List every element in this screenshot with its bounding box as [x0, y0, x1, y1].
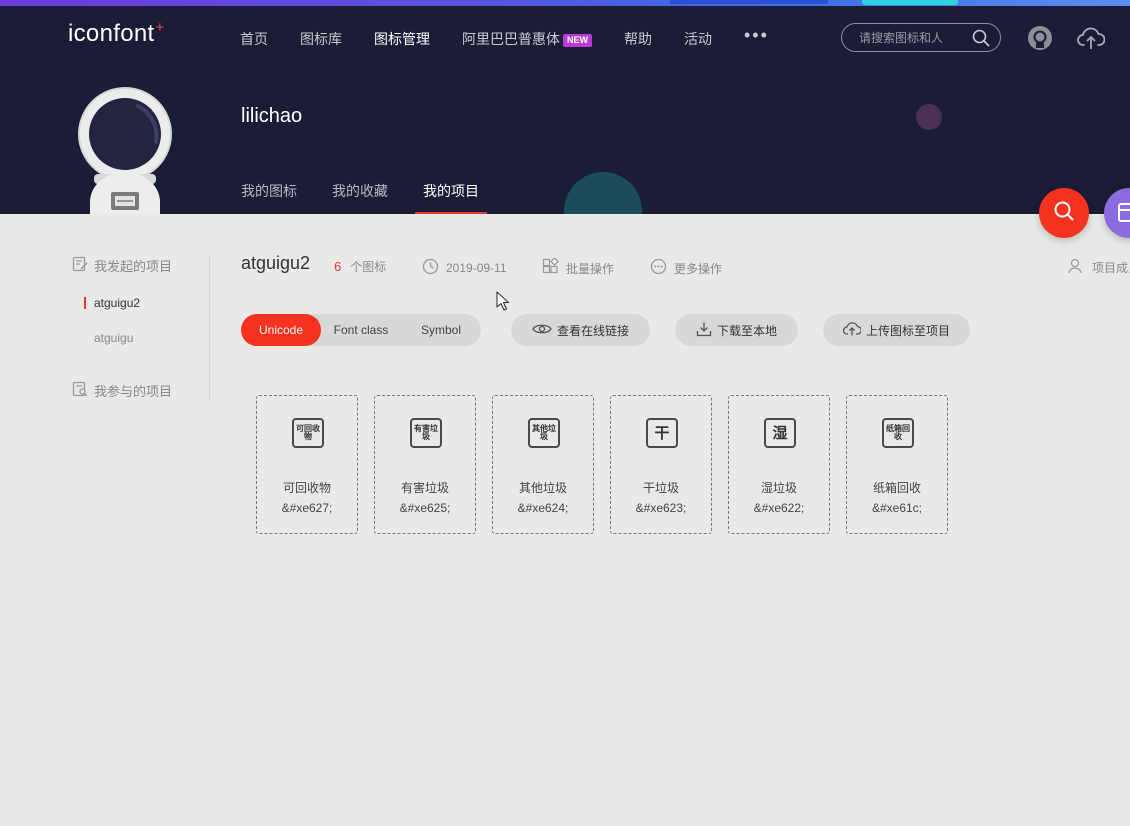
profile-tabs: 我的图标 我的收藏 我的项目: [241, 181, 514, 214]
project-date: 2019-09-11: [422, 258, 507, 278]
more-operation-label: 更多操作: [674, 261, 723, 276]
icon-card[interactable]: 可回收物 可回收物 &#xe627;: [256, 395, 358, 534]
eye-icon: [532, 322, 557, 339]
batch-operation-label: 批量操作: [566, 261, 615, 276]
top-strip-segment-cyan: [862, 0, 958, 5]
icon-count-unit: 个图标: [350, 260, 387, 274]
nav-item-home[interactable]: 首页: [240, 29, 268, 49]
upload-cloud-icon[interactable]: [1077, 26, 1106, 55]
view-online-link-label: 查看在线链接: [556, 323, 629, 338]
tab-my-favorites[interactable]: 我的收藏: [332, 181, 388, 214]
members-icon: [1068, 258, 1092, 277]
nav-item-alibaba-font[interactable]: 阿里巴巴普惠体 NEW: [462, 29, 592, 49]
search-input[interactable]: [859, 30, 969, 45]
add-project-icon: [1118, 203, 1130, 228]
iconfont-logo[interactable]: iconfont+: [68, 19, 165, 48]
sidebar-initiated-header[interactable]: 我发起的项目: [72, 255, 209, 275]
doc-search-icon: [72, 381, 94, 400]
icon-code: &#xe627;: [281, 501, 333, 515]
upload-cloud-icon: [842, 321, 866, 339]
icon-count-number: 6: [334, 259, 342, 274]
more-operation-button[interactable]: 更多操作: [650, 258, 722, 278]
tab-font-class[interactable]: Font class: [321, 314, 401, 346]
upload-to-project-button[interactable]: 上传图标至项目: [823, 314, 970, 346]
wet-waste-icon: 湿: [764, 418, 796, 448]
icon-card[interactable]: 干 干垃圾 &#xe623;: [610, 395, 712, 534]
icon-code: &#xe623;: [635, 501, 687, 515]
tab-symbol[interactable]: Symbol: [401, 314, 481, 346]
sidebar-initiated-label: 我发起的项目: [94, 258, 173, 274]
other-waste-icon: 其他垃圾: [528, 418, 560, 448]
batch-operation-button[interactable]: 批量操作: [542, 257, 615, 278]
dry-waste-icon: 干: [646, 418, 678, 448]
header-search: [841, 23, 1001, 52]
icon-name: 干垃圾: [642, 481, 679, 495]
tab-my-icons[interactable]: 我的图标: [241, 181, 297, 214]
icon-grid: 可回收物 可回收物 &#xe627; 有害垃圾 有害垃圾 &#xe625; 其他…: [256, 395, 964, 534]
icon-code: &#xe61c;: [871, 501, 923, 515]
icon-code: &#xe625;: [399, 501, 451, 515]
project-date-text: 2019-09-11: [446, 261, 507, 275]
new-badge: NEW: [563, 33, 592, 47]
logo-plus: +: [155, 19, 165, 36]
sidebar-project-atguigu2[interactable]: atguigu2: [84, 294, 209, 312]
icon-name: 有害垃圾: [400, 481, 449, 495]
logo-text: iconfont: [68, 20, 155, 47]
search-icon: [1053, 200, 1075, 227]
nav-more-icon[interactable]: •••: [744, 25, 769, 46]
icon-code: &#xe624;: [517, 501, 569, 515]
nav-item-activity[interactable]: 活动: [684, 29, 712, 49]
batch-grid-icon: [542, 257, 566, 278]
icon-name: 可回收物: [282, 481, 331, 495]
nav-item-icon-management[interactable]: 图标管理: [374, 29, 430, 49]
project-members-label: 项目成员: [1092, 261, 1130, 275]
icon-card[interactable]: 有害垃圾 有害垃圾 &#xe625;: [374, 395, 476, 534]
sidebar-joined-label: 我参与的项目: [94, 383, 173, 399]
carton-recycle-icon: 纸箱回收: [882, 418, 914, 448]
search-icon[interactable]: [972, 29, 990, 52]
clock-icon: [422, 258, 446, 278]
project-icon-count: 6 个图标: [334, 258, 386, 275]
icon-code: &#xe622;: [753, 501, 805, 515]
more-circle-icon: [650, 258, 674, 278]
icon-card[interactable]: 纸箱回收 纸箱回收 &#xe61c;: [846, 395, 948, 534]
sidebar-joined-header[interactable]: 我参与的项目: [72, 380, 209, 400]
profile-username: lilichao: [241, 105, 303, 127]
download-icon: [696, 321, 717, 340]
view-online-link-button[interactable]: 查看在线链接: [511, 314, 650, 346]
format-tabs: Unicode Font class Symbol: [241, 314, 481, 346]
top-strip-segment: [670, 0, 828, 4]
icon-name: 纸箱回收: [872, 481, 921, 495]
icon-name: 其他垃圾: [518, 481, 567, 495]
project-members-button[interactable]: 项目成员: [1068, 258, 1130, 277]
tab-my-projects[interactable]: 我的项目: [415, 181, 487, 214]
icon-card[interactable]: 其他垃圾 其他垃圾 &#xe624;: [492, 395, 594, 534]
decorative-dot: [916, 104, 942, 130]
nav-item-icon-library[interactable]: 图标库: [300, 29, 342, 49]
download-local-button[interactable]: 下载至本地: [675, 314, 798, 346]
mouse-cursor-icon: [496, 291, 510, 316]
hazardous-waste-icon: 有害垃圾: [410, 418, 442, 448]
upload-to-project-label: 上传图标至项目: [865, 323, 950, 338]
nav-item-alibaba-font-label: 阿里巴巴普惠体: [462, 30, 560, 47]
icon-name: 湿垃圾: [760, 481, 797, 495]
nav-item-help[interactable]: 帮助: [624, 29, 652, 49]
tab-unicode[interactable]: Unicode: [241, 314, 321, 346]
recyclable-icon: 可回收物: [292, 418, 324, 448]
sidebar-project-atguigu[interactable]: atguigu: [94, 329, 209, 347]
floating-search-button[interactable]: [1039, 188, 1089, 238]
profile-avatar[interactable]: [72, 84, 178, 214]
project-title: atguigu2: [241, 253, 311, 273]
edit-doc-icon: [72, 256, 94, 275]
decorative-circle: [564, 172, 642, 214]
download-local-label: 下载至本地: [716, 323, 777, 338]
project-sidebar: 我发起的项目 atguigu2 atguigu 我参与的项目: [72, 255, 210, 401]
main-nav: 首页 图标库 图标管理 阿里巴巴普惠体 NEW 帮助 活动 •••: [240, 25, 769, 49]
icon-card[interactable]: 湿 湿垃圾 &#xe622;: [728, 395, 830, 534]
user-avatar-icon[interactable]: [1027, 25, 1053, 56]
site-header: iconfont+ 首页 图标库 图标管理 阿里巴巴普惠体 NEW 帮助 活动 •…: [0, 6, 1130, 214]
